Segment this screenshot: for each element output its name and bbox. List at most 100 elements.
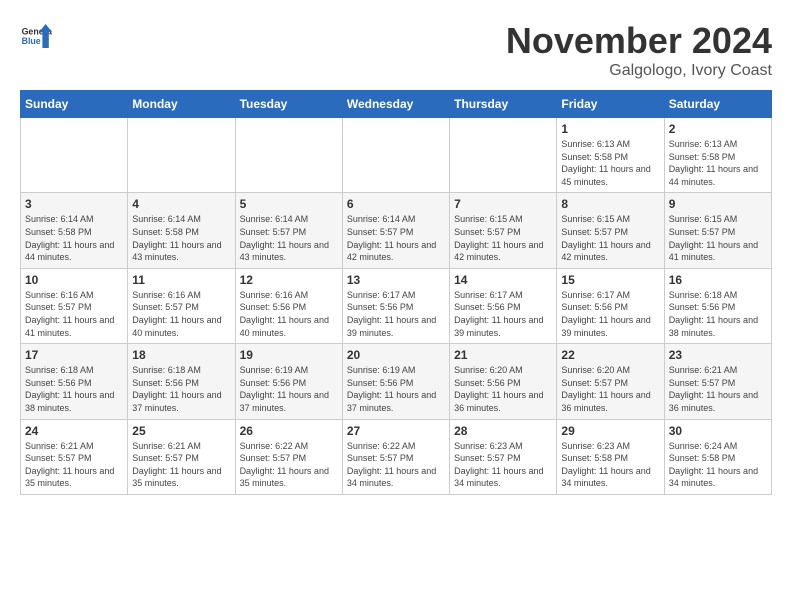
day-number: 16 [669, 273, 767, 287]
calendar-cell: 12 Sunrise: 6:16 AM Sunset: 5:56 PM Dayli… [235, 268, 342, 343]
day-info: Sunrise: 6:18 AM Sunset: 5:56 PM Dayligh… [25, 364, 123, 414]
weekday-header-friday: Friday [557, 91, 664, 118]
day-number: 12 [240, 273, 338, 287]
day-info: Sunrise: 6:18 AM Sunset: 5:56 PM Dayligh… [669, 289, 767, 339]
calendar-cell: 19 Sunrise: 6:19 AM Sunset: 5:56 PM Dayli… [235, 344, 342, 419]
calendar-cell: 29 Sunrise: 6:23 AM Sunset: 5:58 PM Dayli… [557, 419, 664, 494]
calendar-cell: 24 Sunrise: 6:21 AM Sunset: 5:57 PM Dayli… [21, 419, 128, 494]
day-info: Sunrise: 6:24 AM Sunset: 5:58 PM Dayligh… [669, 440, 767, 490]
day-number: 25 [132, 424, 230, 438]
calendar-cell: 8Sunrise: 6:15 AM Sunset: 5:57 PM Daylig… [557, 193, 664, 268]
page-header: General Blue November 2024 Galgologo, Iv… [20, 20, 772, 80]
calendar-cell: 6Sunrise: 6:14 AM Sunset: 5:57 PM Daylig… [342, 193, 449, 268]
day-info: Sunrise: 6:18 AM Sunset: 5:56 PM Dayligh… [132, 364, 230, 414]
calendar-table: SundayMondayTuesdayWednesdayThursdayFrid… [20, 90, 772, 495]
week-row-5: 24 Sunrise: 6:21 AM Sunset: 5:57 PM Dayli… [21, 419, 772, 494]
calendar-cell: 18 Sunrise: 6:18 AM Sunset: 5:56 PM Dayli… [128, 344, 235, 419]
day-number: 10 [25, 273, 123, 287]
calendar-cell: 21 Sunrise: 6:20 AM Sunset: 5:56 PM Dayli… [450, 344, 557, 419]
day-info: Sunrise: 6:21 AM Sunset: 5:57 PM Dayligh… [132, 440, 230, 490]
day-number: 18 [132, 348, 230, 362]
calendar-cell: 2 Sunrise: 6:13 AM Sunset: 5:58 PM Daylig… [664, 118, 771, 193]
day-info: Sunrise: 6:21 AM Sunset: 5:57 PM Dayligh… [669, 364, 767, 414]
day-info: Sunrise: 6:20 AM Sunset: 5:56 PM Dayligh… [454, 364, 552, 414]
day-info: Sunrise: 6:15 AM Sunset: 5:57 PM Dayligh… [454, 213, 552, 263]
calendar-cell: 7 Sunrise: 6:15 AM Sunset: 5:57 PM Daylig… [450, 193, 557, 268]
day-number: 20 [347, 348, 445, 362]
calendar-cell: 15 Sunrise: 6:17 AM Sunset: 5:56 PM Dayli… [557, 268, 664, 343]
day-info: Sunrise: 6:22 AM Sunset: 5:57 PM Dayligh… [240, 440, 338, 490]
day-info: Sunrise: 6:17 AM Sunset: 5:56 PM Dayligh… [454, 289, 552, 339]
calendar-cell: 9Sunrise: 6:15 AM Sunset: 5:57 PM Daylig… [664, 193, 771, 268]
calendar-cell: 5Sunrise: 6:14 AM Sunset: 5:57 PM Daylig… [235, 193, 342, 268]
day-info: Sunrise: 6:19 AM Sunset: 5:56 PM Dayligh… [240, 364, 338, 414]
week-row-1: 1 Sunrise: 6:13 AM Sunset: 5:58 PM Daylig… [21, 118, 772, 193]
weekday-header-monday: Monday [128, 91, 235, 118]
day-info: Sunrise: 6:16 AM Sunset: 5:57 PM Dayligh… [132, 289, 230, 339]
day-number: 27 [347, 424, 445, 438]
calendar-cell: 27Sunrise: 6:22 AM Sunset: 5:57 PM Dayli… [342, 419, 449, 494]
calendar-cell [235, 118, 342, 193]
day-info: Sunrise: 6:21 AM Sunset: 5:57 PM Dayligh… [25, 440, 123, 490]
day-number: 8 [561, 197, 659, 211]
calendar-cell [450, 118, 557, 193]
calendar-cell: 16 Sunrise: 6:18 AM Sunset: 5:56 PM Dayli… [664, 268, 771, 343]
calendar-cell: 4 Sunrise: 6:14 AM Sunset: 5:58 PM Daylig… [128, 193, 235, 268]
logo: General Blue [20, 20, 52, 52]
calendar-cell: 22Sunrise: 6:20 AM Sunset: 5:57 PM Dayli… [557, 344, 664, 419]
location: Galgologo, Ivory Coast [506, 62, 772, 80]
day-info: Sunrise: 6:14 AM Sunset: 5:58 PM Dayligh… [132, 213, 230, 263]
day-number: 2 [669, 122, 767, 136]
day-info: Sunrise: 6:16 AM Sunset: 5:57 PM Dayligh… [25, 289, 123, 339]
weekday-header-saturday: Saturday [664, 91, 771, 118]
day-info: Sunrise: 6:16 AM Sunset: 5:56 PM Dayligh… [240, 289, 338, 339]
day-number: 23 [669, 348, 767, 362]
day-number: 1 [561, 122, 659, 136]
day-info: Sunrise: 6:13 AM Sunset: 5:58 PM Dayligh… [561, 138, 659, 188]
day-number: 15 [561, 273, 659, 287]
day-info: Sunrise: 6:17 AM Sunset: 5:56 PM Dayligh… [347, 289, 445, 339]
week-row-2: 3Sunrise: 6:14 AM Sunset: 5:58 PM Daylig… [21, 193, 772, 268]
day-info: Sunrise: 6:23 AM Sunset: 5:58 PM Dayligh… [561, 440, 659, 490]
day-info: Sunrise: 6:23 AM Sunset: 5:57 PM Dayligh… [454, 440, 552, 490]
day-number: 24 [25, 424, 123, 438]
calendar-cell: 20 Sunrise: 6:19 AM Sunset: 5:56 PM Dayli… [342, 344, 449, 419]
calendar-cell: 23 Sunrise: 6:21 AM Sunset: 5:57 PM Dayli… [664, 344, 771, 419]
day-info: Sunrise: 6:19 AM Sunset: 5:56 PM Dayligh… [347, 364, 445, 414]
day-number: 9 [669, 197, 767, 211]
day-info: Sunrise: 6:14 AM Sunset: 5:57 PM Dayligh… [347, 213, 445, 263]
calendar-cell: 10 Sunrise: 6:16 AM Sunset: 5:57 PM Dayli… [21, 268, 128, 343]
day-number: 19 [240, 348, 338, 362]
day-number: 21 [454, 348, 552, 362]
weekday-header-tuesday: Tuesday [235, 91, 342, 118]
calendar-cell: 17 Sunrise: 6:18 AM Sunset: 5:56 PM Dayli… [21, 344, 128, 419]
calendar-cell [342, 118, 449, 193]
title-block: November 2024 Galgologo, Ivory Coast [506, 20, 772, 80]
calendar-cell: 1 Sunrise: 6:13 AM Sunset: 5:58 PM Daylig… [557, 118, 664, 193]
calendar-cell [21, 118, 128, 193]
day-number: 7 [454, 197, 552, 211]
calendar-cell [128, 118, 235, 193]
weekday-header-thursday: Thursday [450, 91, 557, 118]
day-number: 30 [669, 424, 767, 438]
day-number: 22 [561, 348, 659, 362]
calendar-cell: 25 Sunrise: 6:21 AM Sunset: 5:57 PM Dayli… [128, 419, 235, 494]
svg-text:Blue: Blue [22, 36, 41, 46]
day-info: Sunrise: 6:13 AM Sunset: 5:58 PM Dayligh… [669, 138, 767, 188]
day-info: Sunrise: 6:14 AM Sunset: 5:58 PM Dayligh… [25, 213, 123, 263]
calendar-cell: 3Sunrise: 6:14 AM Sunset: 5:58 PM Daylig… [21, 193, 128, 268]
day-number: 4 [132, 197, 230, 211]
calendar-cell: 14 Sunrise: 6:17 AM Sunset: 5:56 PM Dayli… [450, 268, 557, 343]
calendar-cell: 13 Sunrise: 6:17 AM Sunset: 5:56 PM Dayli… [342, 268, 449, 343]
week-row-3: 10 Sunrise: 6:16 AM Sunset: 5:57 PM Dayli… [21, 268, 772, 343]
day-number: 17 [25, 348, 123, 362]
day-info: Sunrise: 6:14 AM Sunset: 5:57 PM Dayligh… [240, 213, 338, 263]
day-number: 13 [347, 273, 445, 287]
logo-icon: General Blue [20, 20, 52, 52]
weekday-header-sunday: Sunday [21, 91, 128, 118]
month-title: November 2024 [506, 20, 772, 62]
weekday-header-row: SundayMondayTuesdayWednesdayThursdayFrid… [21, 91, 772, 118]
day-number: 29 [561, 424, 659, 438]
day-number: 14 [454, 273, 552, 287]
day-info: Sunrise: 6:17 AM Sunset: 5:56 PM Dayligh… [561, 289, 659, 339]
